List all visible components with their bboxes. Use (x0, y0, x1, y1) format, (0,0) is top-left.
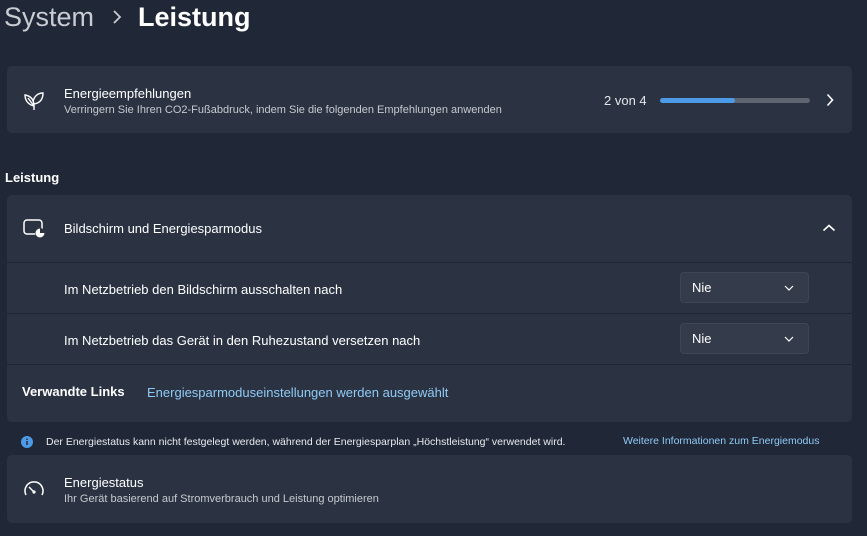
sleep-value: Nie (692, 331, 712, 346)
recommendations-progress-bar (660, 98, 810, 103)
speedometer-icon (22, 479, 46, 499)
power-mode-title: Energiestatus (64, 475, 144, 490)
recommendations-title: Energieempfehlungen (64, 86, 192, 101)
related-links-row: Verwandte Links Energiesparmoduseinstell… (7, 365, 852, 422)
sleep-label: Im Netzbetrieb das Gerät in den Ruhezust… (64, 333, 421, 348)
energy-recommendations-card[interactable]: Energieempfehlungen Verringern Sie Ihren… (7, 66, 852, 133)
screen-off-label: Im Netzbetrieb den Bildschirm ausschalte… (64, 282, 343, 297)
chevron-down-icon (784, 285, 794, 291)
leaf-icon (21, 89, 47, 111)
power-mode-subtitle: Ihr Gerät basierend auf Stromverbrauch u… (64, 493, 379, 505)
section-title-leistung: Leistung (5, 170, 60, 185)
chevron-down-icon (784, 336, 794, 342)
recommendations-subtitle: Verringern Sie Ihren CO2-Fußabdruck, ind… (64, 104, 502, 116)
chevron-up-icon[interactable] (822, 222, 836, 234)
screen-power-icon (22, 217, 46, 239)
related-links-label: Verwandte Links (22, 384, 125, 399)
display-sleep-expander[interactable]: Bildschirm und Energiesparmodus (7, 195, 852, 262)
screen-off-value: Nie (692, 280, 712, 295)
breadcrumb: System Leistung (4, 0, 251, 34)
chevron-right-icon (112, 9, 122, 25)
display-sleep-title: Bildschirm und Energiesparmodus (64, 221, 262, 236)
screen-off-row: Im Netzbetrieb den Bildschirm ausschalte… (7, 263, 852, 313)
info-bar: Der Energiestatus kann nicht festgelegt … (21, 434, 820, 450)
recommendations-progress-text: 2 von 4 (604, 93, 647, 108)
power-mode-card: Energiestatus Ihr Gerät basierend auf St… (7, 455, 852, 523)
info-icon (21, 436, 33, 448)
breadcrumb-system[interactable]: System (4, 2, 94, 33)
power-mode-settings-link[interactable]: Energiesparmoduseinstellungen werden aus… (147, 385, 448, 400)
progress-fill (660, 98, 735, 103)
chevron-right-icon (824, 92, 836, 108)
power-mode-info-link[interactable]: Weitere Informationen zum Energiemodus (623, 435, 820, 447)
page-title: Leistung (138, 1, 251, 32)
screen-off-dropdown[interactable]: Nie (680, 272, 809, 303)
info-text: Der Energiestatus kann nicht festgelegt … (46, 436, 566, 448)
sleep-dropdown[interactable]: Nie (680, 323, 809, 354)
sleep-row: Im Netzbetrieb das Gerät in den Ruhezust… (7, 314, 852, 364)
